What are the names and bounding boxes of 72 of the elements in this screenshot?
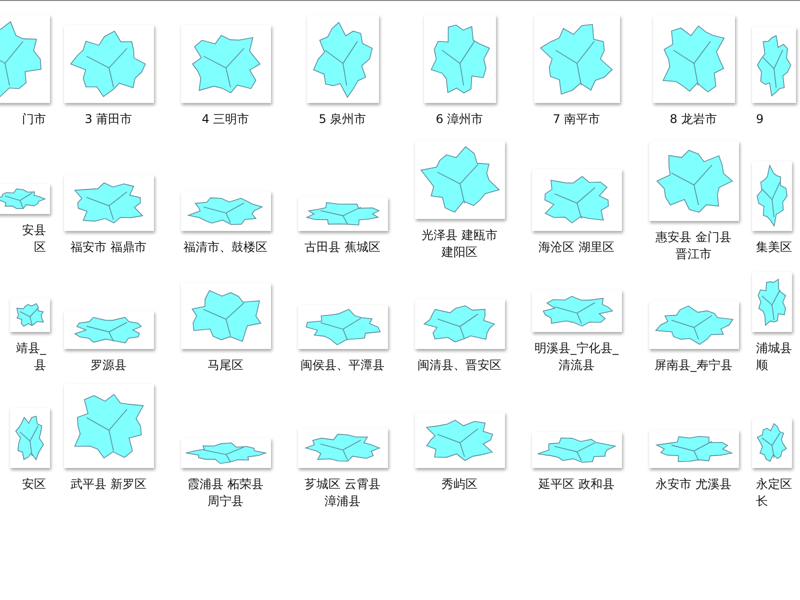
- file-name: 惠安县 金门县: [656, 229, 732, 246]
- file-name: 顺: [756, 357, 768, 374]
- file-name: 福安市 福鼎市: [70, 239, 146, 256]
- file-name: 7 南平市: [552, 111, 600, 128]
- map-thumbnail[interactable]: [0, 184, 50, 214]
- file-name: 清流县: [558, 357, 594, 374]
- map-thumbnail[interactable]: [648, 430, 738, 468]
- map-thumbnail[interactable]: [180, 438, 270, 468]
- file-name: 罗源县: [90, 357, 126, 374]
- map-thumbnail[interactable]: [532, 290, 622, 332]
- map-thumbnail[interactable]: [532, 432, 622, 468]
- map-thumbnail[interactable]: [64, 25, 154, 103]
- map-thumbnail[interactable]: [298, 428, 388, 468]
- map-thumbnail[interactable]: [414, 299, 504, 349]
- map-thumbnail[interactable]: [414, 141, 504, 219]
- map-thumbnail[interactable]: [652, 15, 734, 103]
- map-thumbnail[interactable]: [648, 301, 738, 349]
- file-name: 古田县 蕉城区: [304, 239, 380, 256]
- file-name: 周宁县: [207, 493, 244, 510]
- file-name: 福清市、鼓楼区: [184, 239, 268, 256]
- map-thumbnail[interactable]: [534, 15, 620, 103]
- map-thumbnail[interactable]: [752, 418, 792, 468]
- file-name: 区: [34, 239, 46, 256]
- file-name: 晋江市: [675, 246, 712, 263]
- map-thumbnail[interactable]: [10, 298, 50, 332]
- file-name: 秀屿区: [442, 476, 478, 493]
- file-name: 门市: [22, 111, 46, 128]
- file-name: 芗城区 云霄县: [304, 476, 380, 493]
- map-thumbnail[interactable]: [64, 384, 154, 468]
- file-name: 5 泉州市: [318, 111, 366, 128]
- file-name: 光泽县 建瓯市: [422, 227, 498, 244]
- file-name: 长: [756, 493, 768, 510]
- file-name: 集美区: [756, 239, 792, 256]
- map-thumbnail[interactable]: [414, 412, 504, 468]
- file-name: 永定区: [756, 476, 792, 493]
- map-thumbnail[interactable]: [64, 175, 154, 231]
- file-name: 武平县 新罗区: [70, 476, 146, 493]
- map-thumbnail[interactable]: [180, 25, 270, 103]
- file-name: 海沧区 湖里区: [538, 239, 614, 256]
- map-thumbnail[interactable]: [532, 169, 622, 231]
- file-name: 4 三明市: [202, 111, 250, 128]
- map-thumbnail[interactable]: [752, 27, 796, 103]
- file-name: 建阳区: [441, 244, 478, 261]
- map-thumbnail[interactable]: [64, 311, 154, 349]
- file-name: 8 龙岩市: [670, 111, 718, 128]
- map-thumbnail[interactable]: [752, 161, 792, 231]
- map-thumbnail[interactable]: [10, 408, 50, 468]
- file-name: 闽清县、晋安区: [418, 357, 502, 374]
- file-name: 屏南县_寿宁县: [654, 357, 732, 374]
- map-thumbnail[interactable]: [424, 15, 496, 103]
- file-name: 闽侯县、平潭县: [300, 357, 384, 374]
- file-name: 3 莆田市: [84, 111, 132, 128]
- map-thumbnail[interactable]: [752, 272, 792, 332]
- file-name: 漳浦县: [324, 493, 360, 510]
- file-name: 浦城县: [756, 340, 792, 357]
- file-name: 9: [756, 111, 764, 128]
- file-name: 6 漳州市: [436, 111, 484, 128]
- map-thumbnail[interactable]: [306, 15, 378, 103]
- file-name: 明溪县_宁化县_: [534, 340, 618, 357]
- file-name: 靖县_: [16, 340, 46, 357]
- file-name: 安县: [22, 222, 46, 239]
- file-name: 永安市 尤溪县: [656, 476, 732, 493]
- map-thumbnail[interactable]: [180, 191, 270, 231]
- map-thumbnail[interactable]: [648, 141, 738, 221]
- file-name: 安区: [22, 476, 46, 493]
- file-name: 县: [34, 357, 46, 374]
- file-name: 马尾区: [208, 357, 244, 374]
- file-name: 延平区 政和县: [538, 476, 614, 493]
- map-thumbnail[interactable]: [180, 283, 270, 349]
- map-thumbnail[interactable]: [298, 305, 388, 349]
- map-thumbnail[interactable]: [298, 197, 388, 231]
- file-name: 霞浦县 柘荣县: [188, 476, 264, 493]
